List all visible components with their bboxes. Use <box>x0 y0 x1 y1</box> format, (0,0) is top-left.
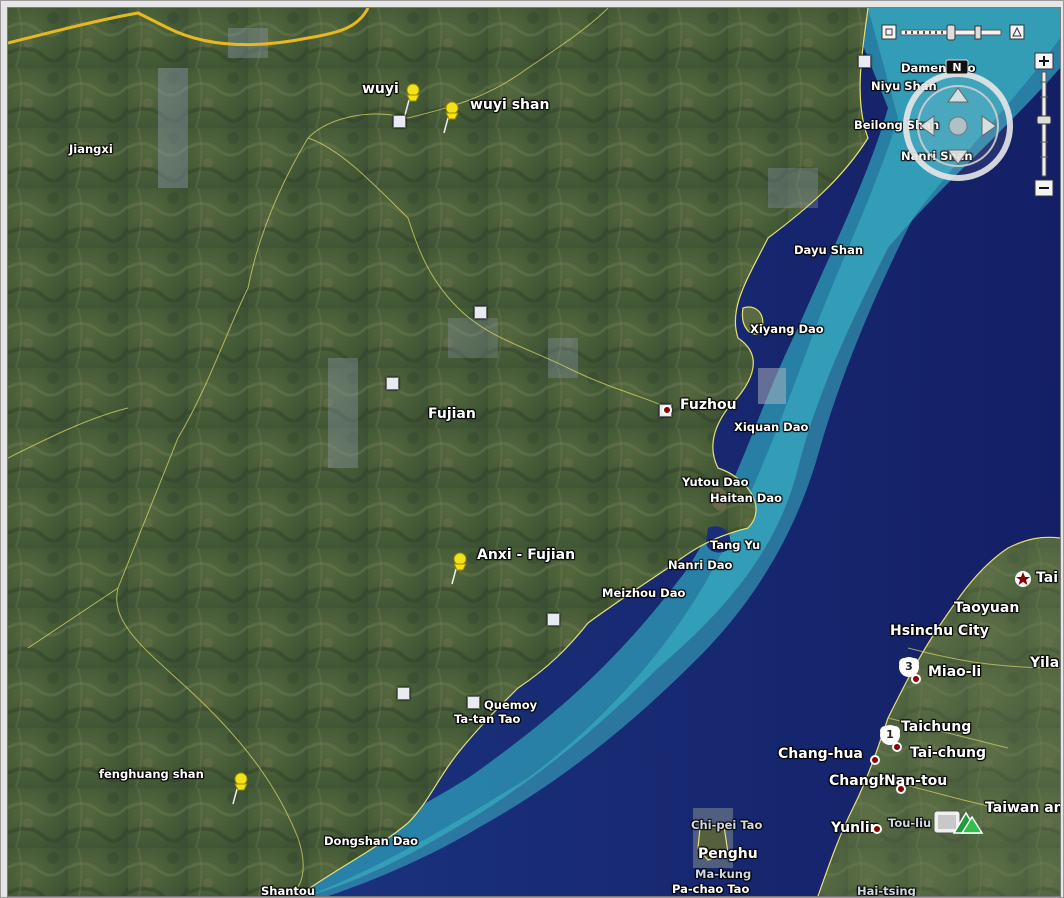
cluster-icon[interactable]: 3 <box>898 656 920 678</box>
label-dayu-shan: Dayu Shan <box>794 243 864 257</box>
label-meizhou-dao: Meizhou Dao <box>602 586 686 600</box>
north-indicator: N <box>952 61 961 74</box>
label-wuyi-shan[interactable]: wuyi shan <box>470 97 549 113</box>
photo-square-icon[interactable] <box>393 115 406 128</box>
city-dot-icon[interactable] <box>662 405 672 415</box>
label-tou-liu[interactable]: Tou-liu <box>888 816 931 830</box>
label-xiyang-dao: Xiyang Dao <box>750 322 824 336</box>
pushpin-icon[interactable] <box>229 771 251 805</box>
cluster-icon[interactable]: 1 <box>879 724 901 746</box>
label-penghu: Penghu <box>698 846 758 862</box>
label-nanri-dao: Nanri Dao <box>668 558 733 572</box>
label-hai-tsing: Hai-tsing <box>857 884 916 897</box>
label-chang-hua[interactable]: Chang-hua <box>778 746 863 762</box>
label-haitan-dao: Haitan Dao <box>710 491 782 505</box>
pushpin-icon[interactable] <box>440 100 462 134</box>
label-fuzhou[interactable]: Fuzhou <box>680 397 737 413</box>
photo-square-icon[interactable] <box>386 377 399 390</box>
photo-square-icon[interactable] <box>474 306 487 319</box>
label-dongshan-dao: Dongshan Dao <box>324 834 419 848</box>
label-hsinchu-city[interactable]: Hsinchu City <box>890 623 989 639</box>
photo-square-icon[interactable] <box>397 687 410 700</box>
label-fenghuang-shan[interactable]: fenghuang shan <box>99 767 204 781</box>
label-chi-pei-tao: Chi-pei Tao <box>691 818 763 832</box>
label-yutou-dao: Yutou Dao <box>682 475 749 489</box>
photo-square-icon[interactable] <box>467 696 480 709</box>
city-dot-icon[interactable] <box>896 784 906 794</box>
label-yila: Yila <box>1030 655 1060 671</box>
photo-square-icon[interactable] <box>858 55 871 68</box>
pushpin-icon[interactable] <box>401 82 423 116</box>
label-fujian: Fujian <box>428 406 476 422</box>
cluster-count: 1 <box>886 728 894 741</box>
label-xiquan-dao: Xiquan Dao <box>734 420 809 434</box>
label-shantou: Shantou <box>261 884 316 897</box>
compass-icon[interactable]: N <box>898 58 1018 188</box>
label-taoyuan: Taoyuan <box>954 600 1020 616</box>
label-nan-tou[interactable]: Nan-tou <box>884 773 947 789</box>
label-tai-chung[interactable]: Tai-chung <box>910 745 986 761</box>
star-capital-icon[interactable] <box>1014 570 1032 588</box>
navigation-strip[interactable] <box>881 24 1027 42</box>
pushpin-icon[interactable] <box>448 551 470 585</box>
label-miao-li[interactable]: Miao-li <box>928 664 981 680</box>
map-viewport[interactable]: wuyi wuyi shan Jiangxi Fujian Fuzhou Anx… <box>7 7 1061 897</box>
label-ta-tan-tao: Ta-tan Tao <box>454 712 521 726</box>
label-quemoy: Quemoy <box>484 698 538 712</box>
hiker-icon[interactable] <box>932 807 984 837</box>
label-jiangxi: Jiangxi <box>69 142 113 156</box>
label-tai[interactable]: Tai <box>1036 570 1058 586</box>
label-anxi[interactable]: Anxi - Fujian <box>477 547 575 563</box>
city-dot-icon[interactable] <box>870 755 880 765</box>
label-taichung: Taichung <box>901 719 972 735</box>
label-ma-kung: Ma-kung <box>695 867 752 881</box>
label-wuyi[interactable]: wuyi <box>362 81 399 97</box>
label-pa-chao-tao: Pa-chao Tao <box>672 882 750 896</box>
label-taiwan: Taiwan an <box>985 800 1061 816</box>
app-frame: wuyi wuyi shan Jiangxi Fujian Fuzhou Anx… <box>0 0 1064 898</box>
city-dot-icon[interactable] <box>872 824 882 834</box>
label-tang-yu: Tang Yu <box>710 538 761 552</box>
photo-square-icon[interactable] <box>547 613 560 626</box>
zoom-slider[interactable] <box>1034 52 1054 198</box>
cluster-count: 3 <box>905 660 913 673</box>
